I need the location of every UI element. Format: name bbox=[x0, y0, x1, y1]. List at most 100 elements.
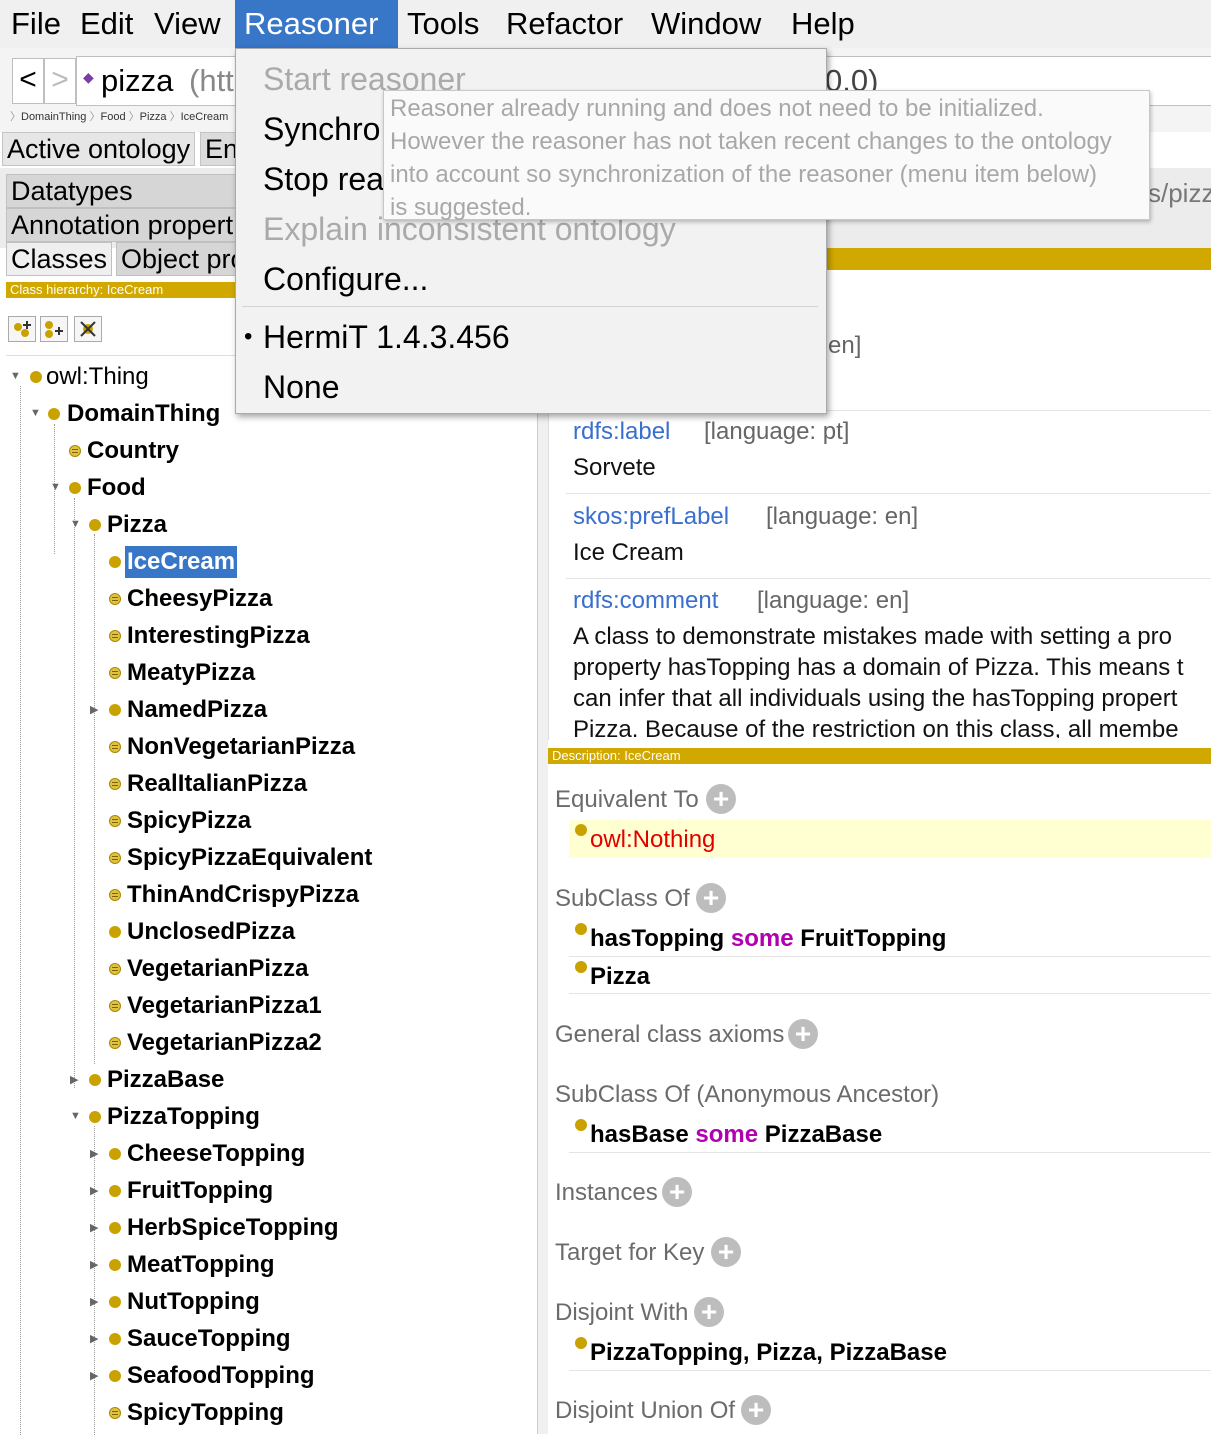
comment-line: A class to demonstrate mistakes made wit… bbox=[573, 623, 1172, 650]
add-equivalent-icon[interactable]: + bbox=[706, 784, 736, 814]
menu-item-stop-reasoner[interactable]: Stop rea bbox=[263, 161, 384, 198]
menu-item-hermit[interactable]: HermiT 1.4.3.456 bbox=[263, 319, 510, 356]
menu-file[interactable]: File bbox=[2, 0, 70, 48]
tooltip-line: Reasoner already running and does not ne… bbox=[390, 95, 1044, 122]
breadcrumb-item[interactable]: DomainThing bbox=[21, 111, 86, 123]
menu-tools[interactable]: Tools bbox=[398, 0, 488, 48]
tree-item-nonvegetarianpizza[interactable]: NonVegetarianPizza bbox=[127, 731, 355, 763]
tree-item-pizzabase[interactable]: PizzaBase bbox=[107, 1064, 224, 1096]
reasoner-tooltip: Reasoner already running and does not ne… bbox=[383, 90, 1150, 221]
tree-item-unclosedpizza[interactable]: UnclosedPizza bbox=[127, 916, 295, 948]
tree-item-fruittopping[interactable]: FruitTopping bbox=[127, 1175, 273, 1207]
panel-splitter[interactable] bbox=[537, 248, 548, 1434]
comment-line: can infer that all individuals using the… bbox=[573, 685, 1178, 712]
section-anonymous-ancestor: SubClass Of (Anonymous Ancestor) bbox=[555, 1081, 940, 1108]
annotation-value: Ice Cream bbox=[573, 539, 684, 566]
tooltip-line: is suggested. bbox=[390, 194, 532, 221]
menu-refactor[interactable]: Refactor bbox=[497, 0, 632, 48]
add-disjoint-union-icon[interactable]: + bbox=[741, 1395, 771, 1425]
section-target-for-key: Target for Key bbox=[555, 1239, 705, 1266]
tab-annotation-properties[interactable]: Annotation propert bbox=[6, 208, 242, 242]
annotation-lang: [language: en] bbox=[757, 587, 910, 614]
tree-item-meattopping[interactable]: MeatTopping bbox=[127, 1249, 275, 1281]
annotation-lang: [language: en] bbox=[766, 503, 919, 530]
selected-bullet-icon: • bbox=[244, 323, 253, 350]
annotation-value: Sorvete bbox=[573, 454, 656, 481]
back-button[interactable]: < bbox=[12, 58, 44, 104]
tooltip-line: into account so synchronization of the r… bbox=[390, 161, 1098, 188]
tree-item-vegetarianpizza2[interactable]: VegetarianPizza2 bbox=[127, 1027, 322, 1059]
tree-item-pizza[interactable]: Pizza bbox=[107, 509, 167, 541]
annotation-comment: A class to demonstrate mistakes made wit… bbox=[573, 623, 1211, 738]
annotation-property[interactable]: skos:prefLabel bbox=[573, 503, 729, 531]
tree-item-spicytopping[interactable]: SpicyTopping bbox=[127, 1397, 284, 1429]
tree-item-owl-thing[interactable]: owl:Thing bbox=[46, 361, 149, 393]
menu-separator bbox=[242, 306, 818, 307]
add-subclass-icon[interactable] bbox=[8, 316, 36, 342]
tree-item-herbspicetopping[interactable]: HerbSpiceTopping bbox=[127, 1212, 339, 1244]
tree-item-vegetarianpizza[interactable]: VegetarianPizza bbox=[127, 953, 308, 985]
add-instance-icon[interactable]: + bbox=[662, 1177, 692, 1207]
tree-item-pizzatopping[interactable]: PizzaTopping bbox=[107, 1101, 260, 1133]
menu-item-configure[interactable]: Configure... bbox=[263, 261, 428, 298]
tree-item-spicypizza[interactable]: SpicyPizza bbox=[127, 805, 251, 837]
tree-item-seafoodtopping[interactable]: SeafoodTopping bbox=[127, 1360, 315, 1392]
menu-edit[interactable]: Edit bbox=[71, 0, 142, 48]
description-header: Description: IceCream bbox=[548, 748, 1211, 764]
breadcrumb-item[interactable]: Food bbox=[100, 111, 125, 123]
add-key-icon[interactable]: + bbox=[711, 1237, 741, 1267]
add-sibling-icon[interactable] bbox=[40, 316, 68, 342]
tree-item-spicypizzaequivalent[interactable]: SpicyPizzaEquivalent bbox=[127, 842, 372, 874]
subclass-expression[interactable]: hasTopping some FruitTopping bbox=[590, 925, 946, 953]
tab-datatypes[interactable]: Datatypes bbox=[6, 174, 242, 208]
tree-item-nuttopping[interactable]: NutTopping bbox=[127, 1286, 260, 1318]
class-hierarchy-tree: ▼ owl:Thing ▼ DomainThing Country ▼ Food… bbox=[6, 355, 536, 1435]
menu-bar: File Edit View Reasoner Tools Refactor W… bbox=[0, 0, 1211, 49]
tree-item-thinandcrispypizza[interactable]: ThinAndCrispyPizza bbox=[127, 879, 359, 911]
breadcrumb: 〉DomainThing 〉Food 〉Pizza 〉IceCream bbox=[10, 111, 229, 123]
tab-object-properties[interactable]: Object pro bbox=[116, 242, 242, 276]
section-disjoint-with: Disjoint With bbox=[555, 1299, 689, 1326]
disjoint-expression[interactable]: PizzaTopping, Pizza, PizzaBase bbox=[590, 1339, 947, 1367]
tree-item-cheesetopping[interactable]: CheeseTopping bbox=[127, 1138, 305, 1170]
add-general-axiom-icon[interactable]: + bbox=[788, 1019, 818, 1049]
tree-item-country[interactable]: Country bbox=[87, 435, 179, 467]
menu-window[interactable]: Window bbox=[642, 0, 770, 48]
tree-item-saucetopping[interactable]: SauceTopping bbox=[127, 1323, 291, 1355]
tab-classes[interactable]: Classes bbox=[6, 242, 113, 276]
tree-item-vegetarianpizza1[interactable]: VegetarianPizza1 bbox=[127, 990, 322, 1022]
tree-item-meatypizza[interactable]: MeatyPizza bbox=[127, 657, 255, 689]
menu-item-none[interactable]: None bbox=[263, 369, 340, 406]
annotation-property[interactable]: rdfs:label bbox=[573, 418, 670, 446]
ancestor-expression[interactable]: hasBase some PizzaBase bbox=[590, 1121, 882, 1149]
ontology-iri: (htt bbox=[189, 63, 234, 98]
tree-item-namedpizza[interactable]: NamedPizza bbox=[127, 694, 267, 726]
ontology-icon: ◆ bbox=[83, 69, 94, 85]
tree-item-interestingpizza[interactable]: InterestingPizza bbox=[127, 620, 310, 652]
comment-line: Pizza. Because of the restriction on thi… bbox=[573, 716, 1179, 738]
tooltip-line: However the reasoner has not taken recen… bbox=[390, 128, 1112, 155]
menu-view[interactable]: View bbox=[145, 0, 230, 48]
annotation-property[interactable]: rdfs:comment bbox=[573, 587, 718, 615]
tree-item-realitalianpizza[interactable]: RealItalianPizza bbox=[127, 768, 307, 800]
section-instances: Instances bbox=[555, 1179, 658, 1206]
ontology-name: pizza bbox=[101, 63, 174, 98]
annotation-lang: en] bbox=[828, 332, 862, 359]
menu-help[interactable]: Help bbox=[782, 0, 864, 48]
subclass-expression[interactable]: Pizza bbox=[590, 963, 650, 991]
tab-active-ontology[interactable]: Active ontology bbox=[2, 132, 196, 166]
tree-item-icecream[interactable]: IceCream bbox=[125, 546, 238, 578]
breadcrumb-item[interactable]: IceCream bbox=[181, 111, 229, 123]
tree-item-food[interactable]: Food bbox=[87, 472, 146, 504]
add-subclass-of-icon[interactable]: + bbox=[696, 883, 726, 913]
section-disjoint-union: Disjoint Union Of bbox=[555, 1397, 736, 1424]
comment-line: property hasTopping has a domain of Pizz… bbox=[573, 654, 1184, 681]
forward-button[interactable]: > bbox=[44, 58, 76, 104]
delete-class-icon[interactable] bbox=[74, 316, 102, 342]
breadcrumb-item[interactable]: Pizza bbox=[140, 111, 167, 123]
menu-reasoner[interactable]: Reasoner bbox=[235, 0, 398, 48]
tree-item-cheesypizza[interactable]: CheesyPizza bbox=[127, 583, 272, 615]
tree-item-domain-thing[interactable]: DomainThing bbox=[67, 398, 220, 430]
menu-item-synchronize-reasoner[interactable]: Synchro bbox=[263, 111, 380, 148]
add-disjoint-icon[interactable]: + bbox=[694, 1297, 724, 1327]
